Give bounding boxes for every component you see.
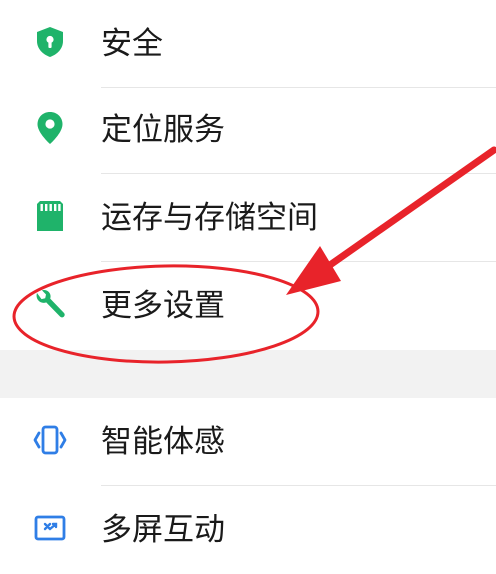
- screen-share-icon: [30, 508, 70, 548]
- settings-item-more-settings[interactable]: 更多设置: [0, 262, 496, 350]
- settings-item-security[interactable]: 安全: [0, 0, 496, 88]
- settings-item-storage[interactable]: 运存与存储空间: [0, 174, 496, 262]
- settings-item-motion[interactable]: 智能体感: [0, 398, 496, 486]
- settings-item-multi-screen[interactable]: 多屏互动: [0, 486, 496, 574]
- shield-lock-icon: [30, 22, 70, 62]
- settings-item-label: 智能体感: [101, 424, 225, 460]
- location-pin-icon: [30, 108, 70, 148]
- settings-item-label: 更多设置: [101, 288, 225, 324]
- settings-item-label: 多屏互动: [101, 512, 225, 548]
- phone-vibrate-icon: [30, 420, 70, 460]
- settings-item-label: 定位服务: [101, 112, 225, 148]
- wrench-icon: [30, 284, 70, 324]
- settings-item-label: 安全: [101, 26, 163, 62]
- sd-card-icon: [30, 196, 70, 236]
- section-gap: [0, 350, 496, 398]
- settings-item-location[interactable]: 定位服务: [0, 86, 496, 174]
- settings-list: 安全 定位服务 运存与存储空间 更多设置 智能体感 多屏互动: [0, 0, 496, 548]
- settings-item-label: 运存与存储空间: [101, 200, 318, 236]
